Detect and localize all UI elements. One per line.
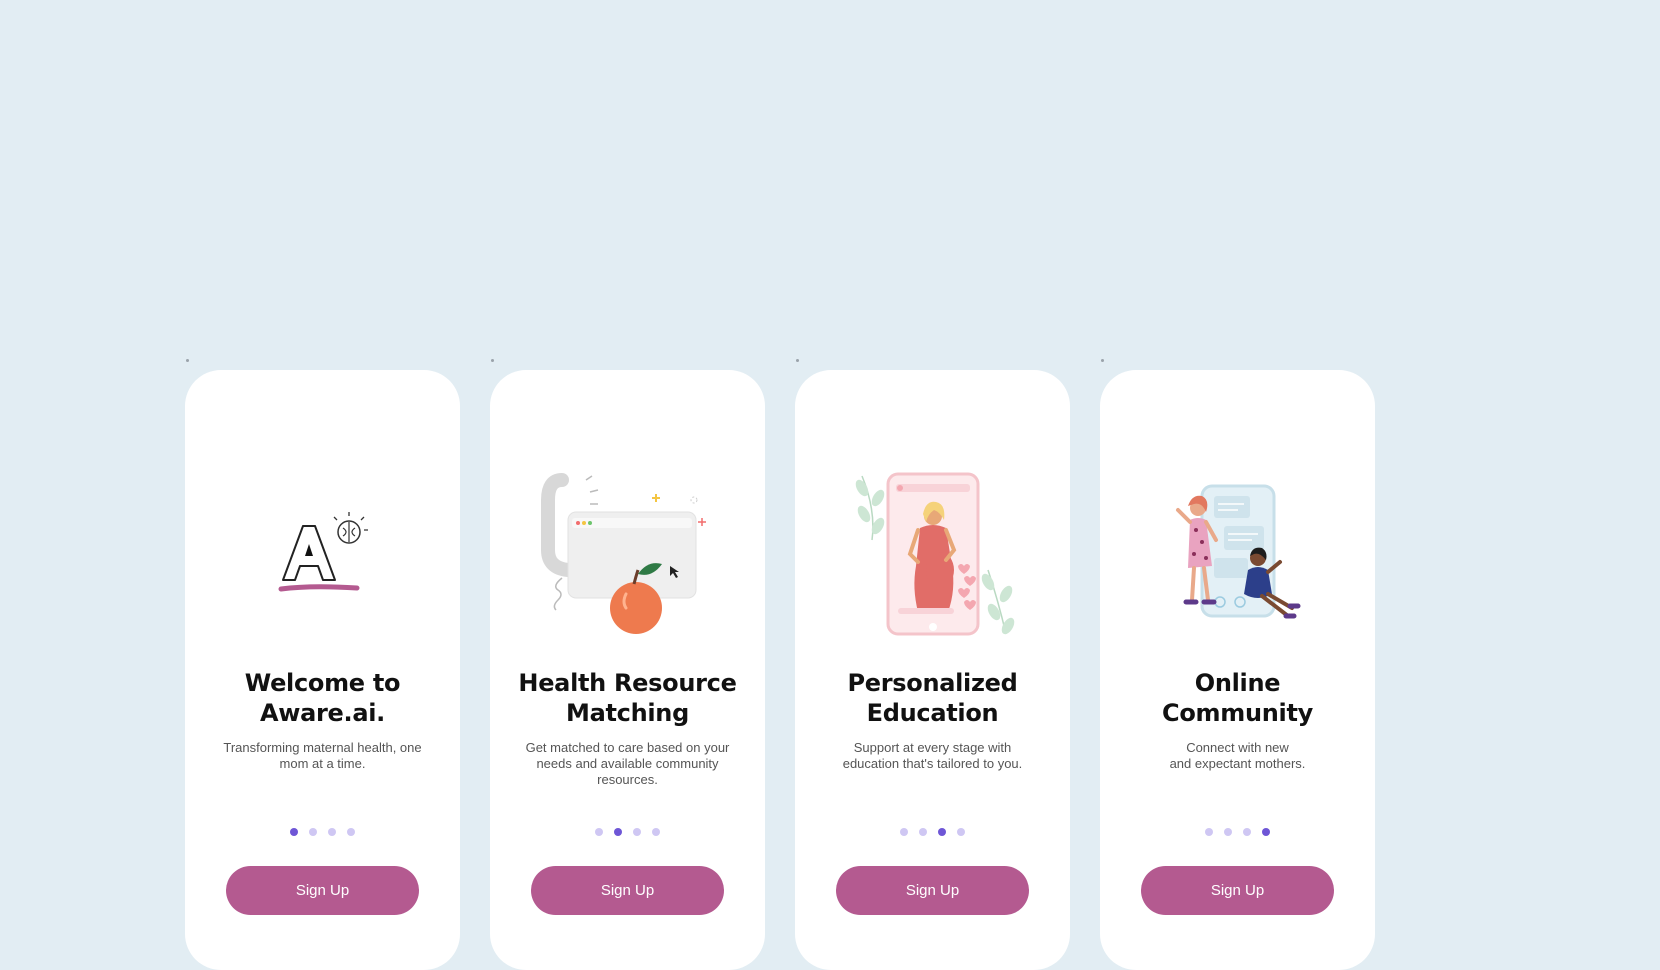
page-dot-3[interactable] bbox=[938, 828, 946, 836]
onboarding-card-online-community: Online Community Connect with new and ex… bbox=[1100, 370, 1375, 970]
page-dot-3[interactable] bbox=[633, 828, 641, 836]
page-indicator bbox=[490, 828, 765, 836]
page-dot-4[interactable] bbox=[347, 828, 355, 836]
page-dot-4[interactable] bbox=[652, 828, 660, 836]
onboarding-card-health-resource: Health Resource Matching Get matched to … bbox=[490, 370, 765, 970]
page-dot-4[interactable] bbox=[1262, 828, 1270, 836]
card-description: Get matched to care based on your needs … bbox=[525, 740, 730, 787]
page-indicator bbox=[795, 828, 1070, 836]
page-dot-1[interactable] bbox=[1205, 828, 1213, 836]
frame-marker bbox=[1101, 359, 1104, 362]
sign-up-button[interactable]: Sign Up bbox=[531, 866, 724, 915]
card-title: Online Community bbox=[1162, 669, 1313, 727]
onboarding-card-personalized-education: Personalized Education Support at every … bbox=[795, 370, 1070, 970]
page-dot-2[interactable] bbox=[309, 828, 317, 836]
phone-apple-browser-illustration bbox=[490, 465, 765, 645]
pregnant-woman-phone-illustration bbox=[795, 465, 1070, 645]
frame-marker bbox=[186, 359, 189, 362]
page-dot-1[interactable] bbox=[900, 828, 908, 836]
aware-logo-icon bbox=[185, 465, 460, 645]
card-title: Health Resource Matching bbox=[518, 669, 737, 727]
card-title: Personalized Education bbox=[847, 669, 1018, 727]
page-indicator bbox=[185, 828, 460, 836]
page-dot-4[interactable] bbox=[957, 828, 965, 836]
sign-up-button[interactable]: Sign Up bbox=[226, 866, 419, 915]
card-title: Welcome to Aware.ai. bbox=[244, 669, 401, 727]
page-indicator bbox=[1100, 828, 1375, 836]
onboarding-card-welcome: Welcome to Aware.ai. Transforming matern… bbox=[185, 370, 460, 970]
frame-marker bbox=[796, 359, 799, 362]
card-description: Connect with new and expectant mothers. bbox=[1169, 740, 1306, 771]
card-description: Transforming maternal health, one mom at… bbox=[223, 740, 422, 771]
page-dot-1[interactable] bbox=[290, 828, 298, 836]
page-dot-3[interactable] bbox=[328, 828, 336, 836]
frame-marker bbox=[491, 359, 494, 362]
card-description: Support at every stage with education th… bbox=[842, 740, 1023, 771]
women-chat-community-illustration bbox=[1100, 465, 1375, 645]
page-dot-2[interactable] bbox=[1224, 828, 1232, 836]
page-dot-2[interactable] bbox=[919, 828, 927, 836]
page-dot-1[interactable] bbox=[595, 828, 603, 836]
sign-up-button[interactable]: Sign Up bbox=[1141, 866, 1334, 915]
sign-up-button[interactable]: Sign Up bbox=[836, 866, 1029, 915]
page-dot-2[interactable] bbox=[614, 828, 622, 836]
page-dot-3[interactable] bbox=[1243, 828, 1251, 836]
